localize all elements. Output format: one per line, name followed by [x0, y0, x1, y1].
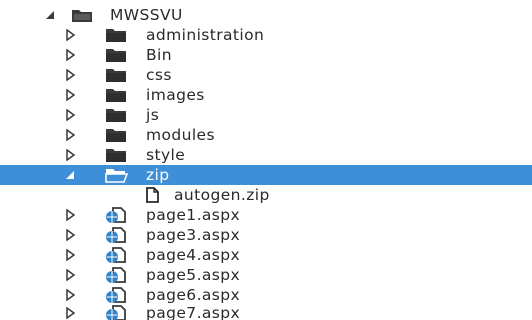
- tree-node-mwssvu[interactable]: MWSSVU: [0, 5, 532, 25]
- tree-node-images[interactable]: images: [0, 85, 532, 105]
- tree-node-label: page1.aspx: [146, 206, 241, 224]
- tree-node-js[interactable]: js: [0, 105, 532, 125]
- expanded-arrow-icon[interactable]: [44, 9, 56, 21]
- expanded-arrow-icon[interactable]: [64, 169, 76, 181]
- collapsed-arrow-icon[interactable]: [64, 289, 76, 301]
- folder-icon: [106, 69, 126, 82]
- aspx-page-icon: [106, 247, 126, 263]
- tree-node-label: images: [146, 86, 205, 104]
- tree-node-label: page3.aspx: [146, 226, 241, 244]
- collapsed-arrow-icon[interactable]: [64, 249, 76, 261]
- aspx-page-icon: [106, 207, 126, 223]
- folder-icon: [106, 109, 126, 122]
- tree-node-label: style: [146, 146, 186, 164]
- tree-node-autogen-zip[interactable]: autogen.zip: [0, 185, 532, 205]
- tree-node-label: administration: [146, 26, 265, 44]
- tree-node-label: zip: [146, 166, 170, 184]
- collapsed-arrow-icon[interactable]: [64, 269, 76, 281]
- collapsed-arrow-icon[interactable]: [64, 229, 76, 241]
- tree-node-label: page6.aspx: [146, 286, 241, 304]
- aspx-page-icon: [106, 227, 126, 243]
- collapsed-arrow-icon[interactable]: [64, 129, 76, 141]
- tree-node-page4-aspx[interactable]: page4.aspx: [0, 245, 532, 265]
- folder-icon: [72, 10, 92, 22]
- tree-node-page5-aspx[interactable]: page5.aspx: [0, 265, 532, 285]
- tree-node-bin[interactable]: Bin: [0, 45, 532, 65]
- collapsed-arrow-icon[interactable]: [64, 29, 76, 41]
- solution-explorer-tree: MWSSVU administration Bin css images js …: [0, 0, 532, 320]
- file-icon: [146, 187, 159, 203]
- folder-icon: [106, 129, 126, 142]
- tree-node-page6-aspx[interactable]: page6.aspx: [0, 285, 532, 305]
- tree-node-page7-aspx[interactable]: page7.aspx: [0, 303, 532, 320]
- tree-node-label: js: [146, 106, 160, 124]
- tree-node-label: page4.aspx: [146, 246, 241, 264]
- folder-open-icon: [105, 169, 128, 183]
- collapsed-arrow-icon[interactable]: [64, 69, 76, 81]
- collapsed-arrow-icon[interactable]: [64, 307, 76, 319]
- tree-node-label: modules: [146, 126, 215, 144]
- collapsed-arrow-icon[interactable]: [64, 89, 76, 101]
- tree-node-page1-aspx[interactable]: page1.aspx: [0, 205, 532, 225]
- collapsed-arrow-icon[interactable]: [64, 149, 76, 161]
- folder-icon: [106, 89, 126, 102]
- tree-node-administration[interactable]: administration: [0, 25, 532, 45]
- tree-node-zip[interactable]: zip: [0, 165, 532, 185]
- aspx-page-icon: [106, 287, 126, 303]
- folder-icon: [106, 49, 126, 62]
- tree-node-modules[interactable]: modules: [0, 125, 532, 145]
- tree-node-label: page7.aspx: [146, 304, 241, 320]
- tree-node-label: page5.aspx: [146, 266, 241, 284]
- folder-icon: [106, 29, 126, 42]
- collapsed-arrow-icon[interactable]: [64, 49, 76, 61]
- collapsed-arrow-icon[interactable]: [64, 109, 76, 121]
- folder-icon: [106, 149, 126, 162]
- tree-node-style[interactable]: style: [0, 145, 532, 165]
- tree-node-label: autogen.zip: [174, 186, 270, 204]
- collapsed-arrow-icon[interactable]: [64, 209, 76, 221]
- tree-node-label: css: [146, 66, 172, 84]
- tree-node-label: Bin: [146, 46, 172, 64]
- aspx-page-icon: [106, 267, 126, 283]
- tree-node-page3-aspx[interactable]: page3.aspx: [0, 225, 532, 245]
- tree-node-css[interactable]: css: [0, 65, 532, 85]
- aspx-page-icon: [106, 305, 126, 320]
- tree-node-label: MWSSVU: [110, 6, 183, 24]
